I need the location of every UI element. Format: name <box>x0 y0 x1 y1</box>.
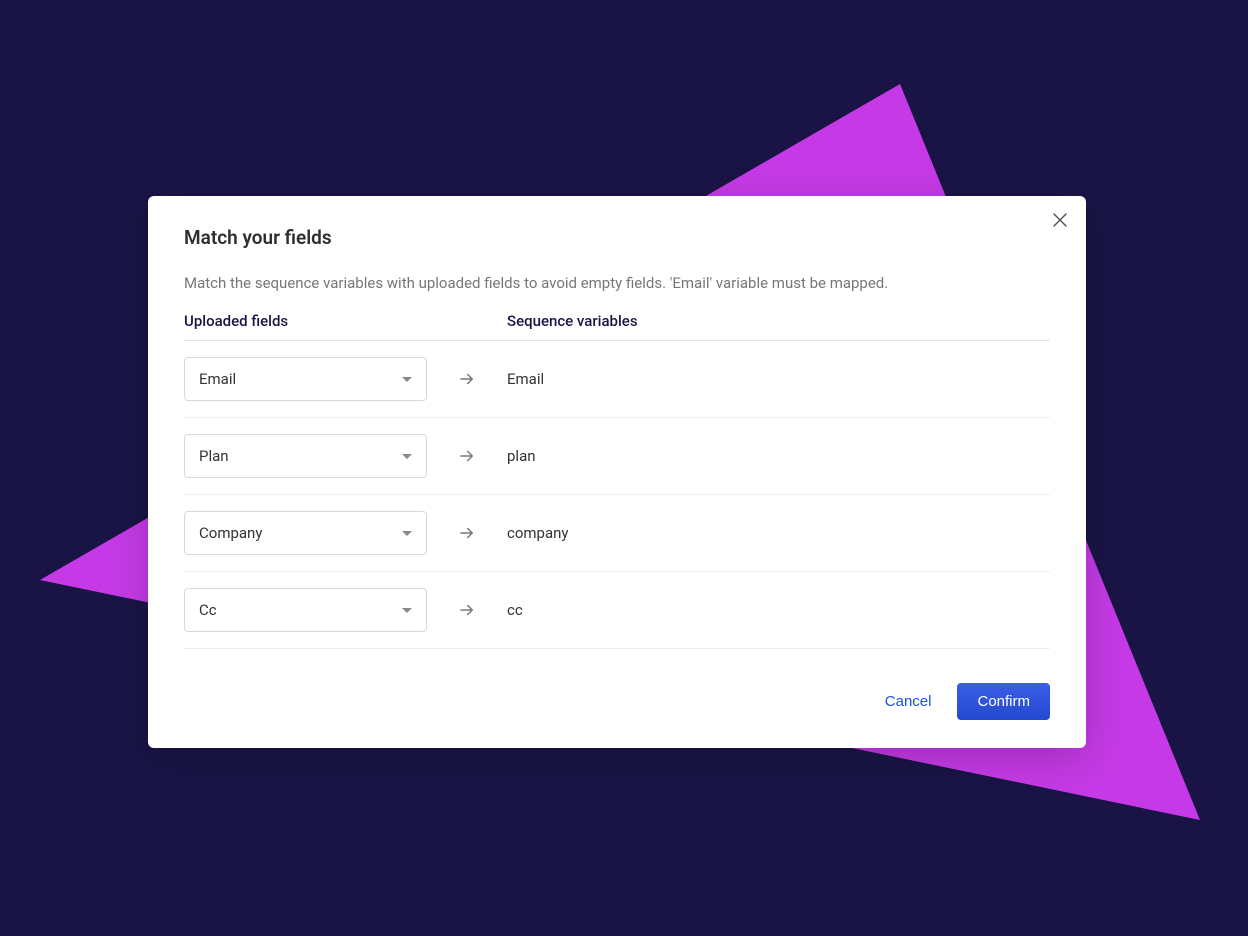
sequence-variable-value: plan <box>507 447 536 465</box>
modal-subtitle: Match the sequence variables with upload… <box>184 273 1050 294</box>
sequence-variable-value: cc <box>507 601 523 619</box>
select-value: Company <box>199 524 262 542</box>
arrow-right-icon <box>458 370 476 388</box>
uploaded-field-select-cc[interactable]: Cc <box>184 588 427 632</box>
select-value: Cc <box>199 601 217 619</box>
sequence-variable-value: Email <box>507 370 544 388</box>
arrow-cell <box>427 447 507 465</box>
modal-title: Match your fields <box>184 226 1050 249</box>
modal-footer: Cancel Confirm <box>184 683 1050 720</box>
mapping-row: Cc cc <box>184 572 1050 649</box>
arrow-right-icon <box>458 601 476 619</box>
close-button[interactable] <box>1050 210 1070 230</box>
uploaded-field-select-company[interactable]: Company <box>184 511 427 555</box>
close-icon <box>1053 213 1067 227</box>
caret-down-icon <box>402 608 412 613</box>
match-fields-modal: Match your fields Match the sequence var… <box>148 196 1086 748</box>
uploaded-field-select-plan[interactable]: Plan <box>184 434 427 478</box>
arrow-cell <box>427 370 507 388</box>
sequence-variable-value: company <box>507 524 569 542</box>
arrow-right-icon <box>458 447 476 465</box>
mapping-row: Company company <box>184 495 1050 572</box>
sequence-variables-header: Sequence variables <box>507 312 638 330</box>
select-value: Email <box>199 370 236 388</box>
uploaded-fields-header: Uploaded fields <box>184 312 507 330</box>
confirm-button[interactable]: Confirm <box>957 683 1050 720</box>
columns-header: Uploaded fields Sequence variables <box>184 312 1050 341</box>
mapping-row: Email Email <box>184 341 1050 418</box>
arrow-cell <box>427 524 507 542</box>
caret-down-icon <box>402 377 412 382</box>
arrow-cell <box>427 601 507 619</box>
uploaded-field-select-email[interactable]: Email <box>184 357 427 401</box>
arrow-right-icon <box>458 524 476 542</box>
mapping-row: Plan plan <box>184 418 1050 495</box>
caret-down-icon <box>402 531 412 536</box>
caret-down-icon <box>402 454 412 459</box>
cancel-button[interactable]: Cancel <box>885 693 932 710</box>
select-value: Plan <box>199 447 229 465</box>
